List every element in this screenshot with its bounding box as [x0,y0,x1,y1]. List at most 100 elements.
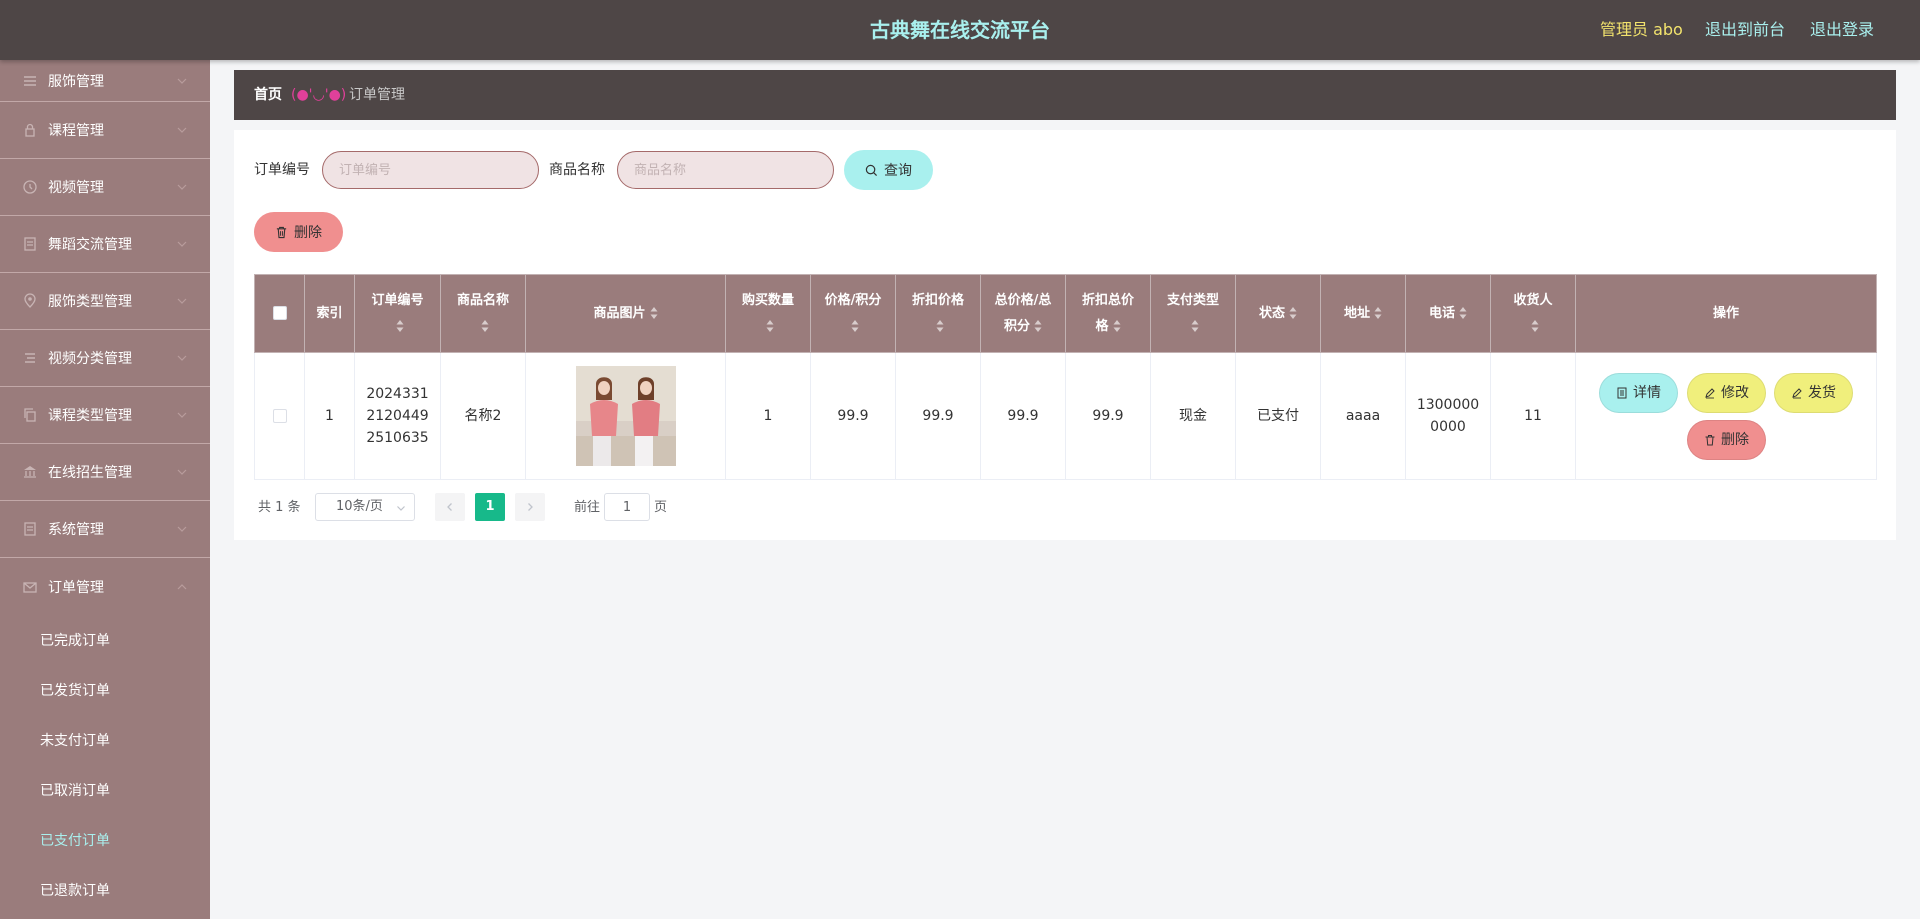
header-index: 索引 [304,274,355,353]
batch-delete-button[interactable]: 删除 [254,212,343,252]
submenu-label: 已发货订单 [40,683,110,699]
sort-icon[interactable] [481,319,489,333]
logout-link[interactable]: 退出登录 [1810,0,1874,60]
chevron-down-icon [176,523,188,535]
sort-icon[interactable] [766,319,774,333]
goto-page-input[interactable] [604,493,650,521]
chevron-down-icon [176,181,188,193]
cell-discount-price: 99.9 [895,352,981,480]
chevron-down-icon [176,238,188,250]
document-icon [1617,387,1627,399]
query-button[interactable]: 查询 [844,150,933,190]
delete-button[interactable]: 删除 [1687,420,1766,460]
menu-icon [22,73,38,89]
product-name-input[interactable] [617,151,834,189]
cell-pay-type: 现金 [1150,352,1236,480]
orders-table: 索引 订单编号 商品名称 商品图片 购买数量 价格/积分 折扣价格 总价格/总积… [254,274,1877,480]
cell-product-image [525,352,726,480]
admin-label: 管理员 abo [1600,20,1683,39]
sidebar-item-course-type[interactable]: 课程类型管理 [0,387,210,444]
mail-icon [22,579,38,595]
chevron-down-icon [176,124,188,136]
chevron-left-icon [447,503,452,511]
prev-page-button[interactable] [435,493,465,521]
cell-phone: 1300000 0000 [1405,352,1491,480]
ship-button[interactable]: 发货 [1774,373,1853,413]
sort-icon[interactable] [1374,306,1382,320]
header-total-price[interactable]: 总价格/总 积分 [980,274,1066,353]
header-actions: 操作 [1575,274,1877,353]
header-order-no[interactable]: 订单编号 [354,274,441,353]
sidebar-item-videos[interactable]: 视频管理 [0,159,210,216]
sidebar-item-video-category[interactable]: 视频分类管理 [0,330,210,387]
select-all-checkbox[interactable] [272,306,287,320]
product-image[interactable] [575,366,676,466]
sidebar-item-clothing[interactable]: 服饰管理 [0,60,210,102]
breadcrumb-home[interactable]: 首页 [254,70,282,120]
exit-to-front-link[interactable]: 退出到前台 [1705,0,1785,60]
submenu-completed-orders[interactable]: 已完成订单 [0,615,210,665]
top-header: 古典舞在线交流平台 管理员 abo 退出到前台 退出登录 [0,0,1920,60]
row-select-cell [254,352,305,480]
header-product-name[interactable]: 商品名称 [440,274,526,353]
trash-icon [276,226,287,238]
sidebar-item-label: 系统管理 [48,522,104,538]
sidebar-item-label: 课程管理 [48,123,104,139]
trash-icon [1705,435,1715,446]
header-address[interactable]: 地址 [1320,274,1406,353]
header-pay-type[interactable]: 支付类型 [1150,274,1236,353]
sidebar-item-label: 视频分类管理 [48,351,132,367]
submenu-shipped-orders[interactable]: 已发货订单 [0,665,210,715]
sort-icon[interactable] [1531,319,1539,333]
sidebar-item-courses[interactable]: 课程管理 [0,102,210,159]
sidebar-item-dance-exchange[interactable]: 舞蹈交流管理 [0,216,210,273]
page-size-select[interactable]: 10条/页 [315,493,415,521]
header-status[interactable]: 状态 [1235,274,1321,353]
sort-icon[interactable] [1034,319,1042,333]
row-checkbox[interactable] [272,409,287,423]
chevron-down-icon [176,409,188,421]
cell-receiver: 11 [1490,352,1576,480]
goto-label: 前往 [574,500,601,515]
cell-actions: 详情 修改 发货 删除 [1575,352,1877,480]
sort-icon[interactable] [396,319,404,333]
sort-icon[interactable] [936,319,944,333]
header-price[interactable]: 价格/积分 [810,274,896,353]
sort-icon[interactable] [650,306,658,320]
sort-icon[interactable] [1113,319,1121,333]
page-number-1[interactable]: 1 [475,493,505,521]
submenu-cancelled-orders[interactable]: 已取消订单 [0,765,210,815]
edit-button[interactable]: 修改 [1687,373,1766,413]
batch-delete-label: 删除 [294,225,322,241]
header-phone[interactable]: 电话 [1405,274,1491,353]
sort-icon[interactable] [1289,306,1297,320]
sidebar-item-system[interactable]: 系统管理 [0,501,210,558]
copy-icon [22,407,38,423]
submenu-unpaid-orders[interactable]: 未支付订单 [0,715,210,765]
sidebar-item-enrollment[interactable]: 在线招生管理 [0,444,210,501]
search-icon [865,164,878,176]
action-buttons: 详情 修改 发货 删除 [1576,353,1876,479]
header-receiver[interactable]: 收货人 [1490,274,1576,353]
header-discount-total[interactable]: 折扣总价格 [1065,274,1151,353]
sidebar-item-orders[interactable]: 订单管理 [0,558,210,615]
document-icon [22,236,38,252]
next-page-button[interactable] [515,493,545,521]
breadcrumb-separator: (●'◡'●) [291,87,347,103]
order-no-input[interactable] [322,151,539,189]
submenu-paid-orders[interactable]: 已支付订单 [0,815,210,865]
sidebar-item-label: 订单管理 [48,579,104,596]
chevron-down-icon [397,506,405,511]
header-quantity[interactable]: 购买数量 [725,274,811,353]
detail-button[interactable]: 详情 [1599,373,1678,413]
submenu-refunded-orders[interactable]: 已退款订单 [0,865,210,915]
table-row: 1 2024331 2120449 2510635 名称2 1 99.9 99.… [254,352,1877,480]
sort-icon[interactable] [1459,306,1467,320]
cell-address: aaaa [1320,352,1406,480]
header-product-image[interactable]: 商品图片 [525,274,726,353]
sidebar-item-clothing-type[interactable]: 服饰类型管理 [0,273,210,330]
header-discount-price[interactable]: 折扣价格 [895,274,981,353]
sort-icon[interactable] [851,319,859,333]
pagination-total: 共 1 条 [258,500,301,515]
sort-icon[interactable] [1191,319,1199,333]
